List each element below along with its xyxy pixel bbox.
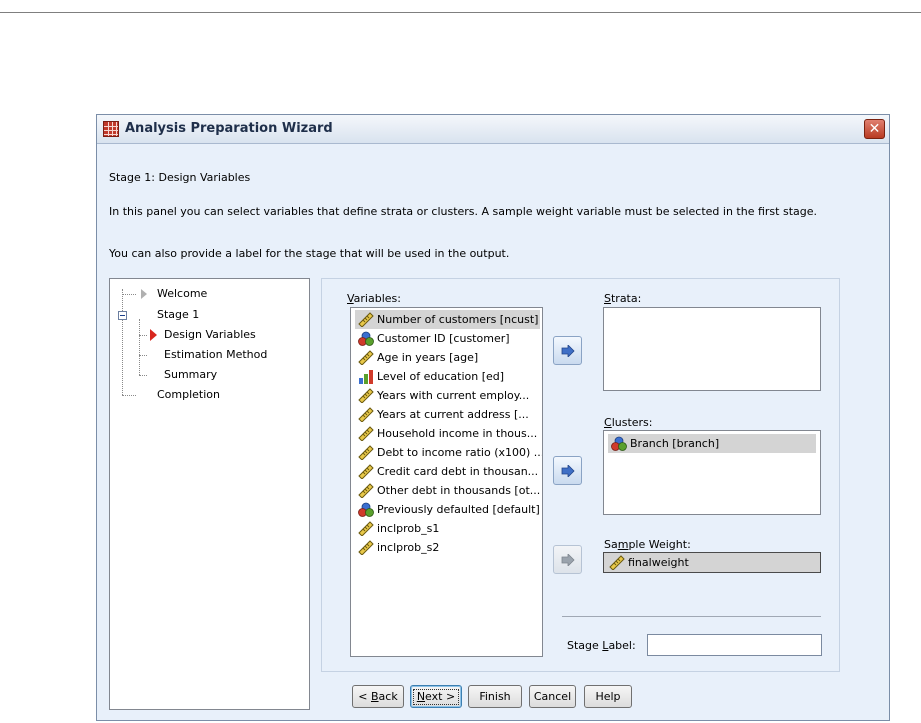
tree-connector [139, 355, 147, 356]
list-item[interactable]: Debt to income ratio (x100) ... [355, 443, 543, 462]
nav-item-design-variables[interactable]: Design Variables [164, 328, 256, 341]
scale-ruler-icon [358, 521, 374, 536]
list-item-label: inclprob_s2 [377, 541, 440, 554]
nav-item-completion[interactable]: Completion [157, 388, 220, 401]
right-arrow-icon [561, 554, 575, 566]
list-item-label: Household income in thous... [377, 427, 538, 440]
scale-ruler-icon [358, 445, 374, 460]
list-item[interactable]: Previously defaulted [default] [355, 500, 540, 519]
list-item[interactable]: Customer ID [customer] [355, 329, 510, 348]
scale-ruler-icon [358, 350, 374, 365]
sample-weight-field[interactable]: finalweight [603, 552, 821, 573]
list-item-label: Branch [branch] [630, 437, 720, 450]
tree-connector [122, 294, 136, 295]
list-item[interactable]: Household income in thous... [355, 424, 537, 443]
list-item[interactable]: inclprob_s1 [355, 519, 439, 538]
sample-weight-value: finalweight [606, 553, 689, 572]
help-button[interactable]: Help [584, 685, 632, 708]
move-to-sample-weight-button[interactable] [553, 545, 582, 574]
right-arrow-icon [561, 345, 575, 357]
scale-ruler-icon [609, 555, 625, 570]
scale-ruler-icon [358, 464, 374, 479]
analysis-preparation-wizard-dialog: Analysis Preparation Wizard ✕ Stage 1: D… [96, 114, 890, 721]
close-button[interactable]: ✕ [864, 119, 885, 139]
list-item-label: Customer ID [customer] [377, 332, 510, 345]
top-rule [0, 12, 921, 13]
finish-button[interactable]: Finish [468, 685, 522, 708]
strata-label: Strata: [604, 292, 642, 305]
tree-connector [139, 335, 147, 336]
list-item-label: Years with current employ... [377, 389, 530, 402]
step-marker-icon [141, 289, 147, 299]
list-item[interactable]: inclprob_s2 [355, 538, 439, 557]
cancel-button[interactable]: Cancel [529, 685, 576, 708]
spreadsheet-grid-icon [103, 121, 119, 137]
move-to-clusters-button[interactable] [553, 456, 582, 485]
list-item-label: Level of education [ed] [377, 370, 505, 383]
ordinal-icon [359, 370, 373, 384]
list-item[interactable]: Level of education [ed] [355, 367, 504, 386]
tree-connector [139, 375, 147, 376]
nominal-icon [611, 436, 627, 451]
panel-description: In this panel you can select variables t… [109, 205, 818, 218]
current-step-icon [150, 329, 157, 341]
stage-label-caption: Stage Label: [567, 639, 636, 652]
right-arrow-icon [561, 465, 575, 477]
list-item[interactable]: Number of customers [ncust] [355, 310, 540, 329]
scale-ruler-icon [358, 312, 374, 327]
window-title: Analysis Preparation Wizard [125, 121, 333, 136]
list-item[interactable]: Years at current address [... [355, 405, 529, 424]
scale-ruler-icon [358, 540, 374, 555]
clusters-label: Clusters: [604, 416, 653, 429]
collapse-icon[interactable] [118, 311, 127, 320]
back-button[interactable]: < Back [352, 685, 404, 708]
variables-label: Variables: [347, 292, 401, 305]
nav-item-welcome[interactable]: Welcome [157, 287, 207, 300]
list-item-label: Previously defaulted [default] [377, 503, 540, 516]
stage-heading: Stage 1: Design Variables [109, 171, 251, 184]
scale-ruler-icon [358, 407, 374, 422]
list-item[interactable]: Years with current employ... [355, 386, 529, 405]
list-item-label: Years at current address [... [377, 408, 529, 421]
list-item-label: Credit card debt in thousan... [377, 465, 539, 478]
scale-ruler-icon [358, 388, 374, 403]
next-button[interactable]: Next > [410, 685, 462, 708]
sample-weight-text: finalweight [628, 556, 689, 569]
variables-list[interactable]: Number of customers [ncust] Customer ID … [350, 307, 543, 657]
list-item[interactable]: Credit card debt in thousan... [355, 462, 538, 481]
list-item[interactable]: Branch [branch] [608, 434, 816, 453]
scale-ruler-icon [358, 426, 374, 441]
separator [562, 616, 821, 617]
list-item[interactable]: Other debt in thousands [ot... [355, 481, 540, 500]
title-bar[interactable]: Analysis Preparation Wizard ✕ [97, 115, 889, 144]
nominal-icon [358, 502, 374, 517]
tree-connector [122, 395, 136, 396]
list-item-label: Number of customers [ncust] [377, 313, 539, 326]
nav-item-estimation-method[interactable]: Estimation Method [164, 348, 267, 361]
clusters-list[interactable]: Branch [branch] [603, 430, 821, 515]
nav-item-summary[interactable]: Summary [164, 368, 217, 381]
list-item-label: inclprob_s1 [377, 522, 440, 535]
nav-item-stage-1[interactable]: Stage 1 [157, 308, 199, 321]
label-description: You can also provide a label for the sta… [109, 247, 510, 260]
strata-list[interactable] [603, 307, 821, 391]
move-to-strata-button[interactable] [553, 336, 582, 365]
list-item-label: Debt to income ratio (x100) ... [377, 446, 543, 459]
list-item[interactable]: Age in years [age] [355, 348, 478, 367]
list-item-label: Age in years [age] [377, 351, 479, 364]
design-variables-panel: Variables: Number of customers [ncust] C… [321, 278, 840, 672]
list-item-label: Other debt in thousands [ot... [377, 484, 541, 497]
stage-label-input[interactable] [647, 634, 822, 656]
tree-connector [139, 319, 140, 375]
scale-ruler-icon [358, 483, 374, 498]
tree-connector [122, 289, 123, 395]
nominal-icon [358, 331, 374, 346]
sample-weight-label: Sample Weight: [604, 538, 691, 551]
wizard-step-tree: Welcome Stage 1 Design Variables Estimat… [109, 278, 310, 710]
